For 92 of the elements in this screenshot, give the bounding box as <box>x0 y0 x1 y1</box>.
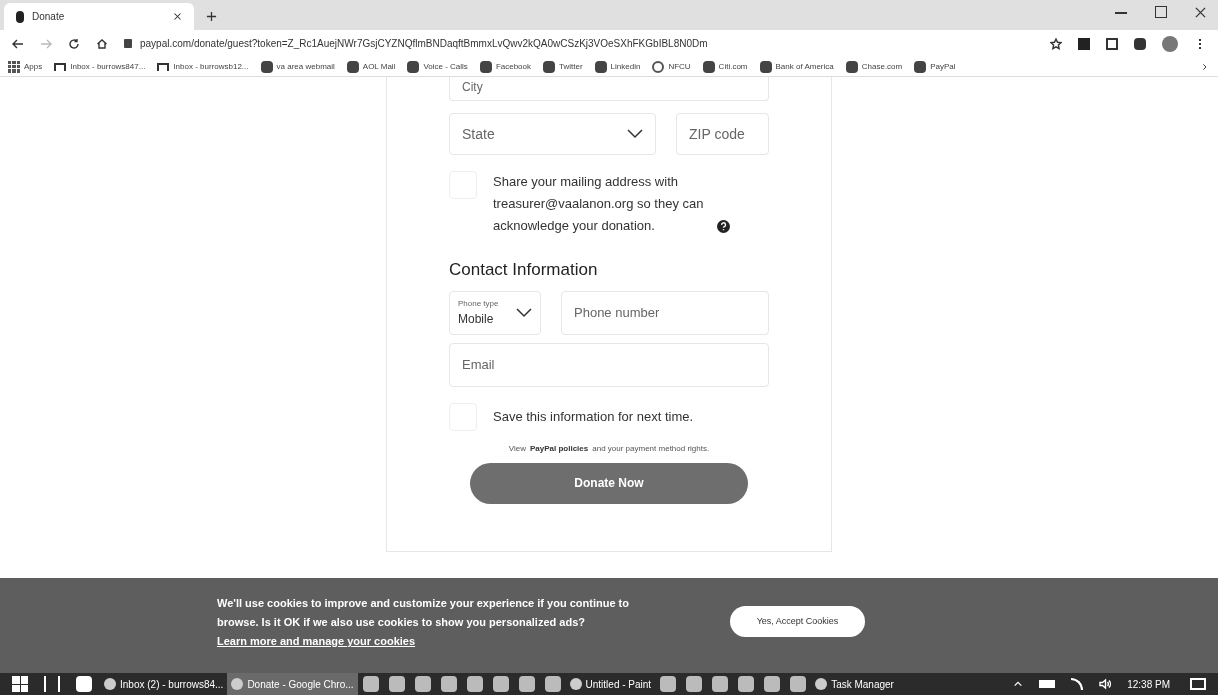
home-icon[interactable] <box>96 37 108 50</box>
star-icon[interactable] <box>1050 37 1062 50</box>
app-icon[interactable] <box>466 676 483 692</box>
address-bar[interactable]: paypal.com/donate/guest?token=Z_Rc1AuejNWr7GsjCYZNQflmBNDaqftBmmxLvQwv2kQA0wCSzKj3VOeSXhFKGbIBL8N0Dm <box>140 36 708 51</box>
app-icon[interactable] <box>544 676 561 692</box>
mail-icon <box>157 62 170 71</box>
grid-icon <box>8 60 20 73</box>
bookmark[interactable]: Bank of America <box>759 60 834 73</box>
bookmark[interactable]: Voice - Calls <box>407 60 468 73</box>
share-address-label: Share your mailing address with treasurer@vaalanon.org so they can acknowledge your donation. <box>493 173 705 235</box>
tab-title: Donate <box>32 10 66 24</box>
app-icon[interactable] <box>414 676 431 692</box>
site-icon <box>702 60 715 73</box>
bookmark[interactable]: Chase.com <box>845 60 903 73</box>
site-icon <box>543 60 555 73</box>
zip-field[interactable]: ZIP code <box>676 113 769 155</box>
battery-icon[interactable] <box>1039 680 1056 688</box>
bookmark[interactable]: Facebook <box>479 60 531 73</box>
contact-heading: Contact Information <box>449 259 599 281</box>
state-select[interactable]: State <box>449 113 656 155</box>
app-icon[interactable] <box>738 676 755 692</box>
reload-icon[interactable] <box>68 37 80 50</box>
site-icon <box>759 60 772 73</box>
site-icon <box>260 60 273 73</box>
chevron-down-icon <box>516 307 532 318</box>
lock-icon <box>124 39 132 48</box>
bookmark[interactable]: AOL Mail <box>346 60 396 73</box>
manage-cookies-link[interactable]: Learn more and manage your cookies <box>217 632 662 651</box>
maximize-icon[interactable] <box>1155 6 1167 18</box>
app-icon <box>569 678 582 690</box>
app-icon[interactable] <box>492 676 509 692</box>
bookmark[interactable]: Twitter <box>543 60 583 73</box>
site-icon <box>914 60 927 73</box>
taskbar-app[interactable]: Inbox (2) - burrows84... <box>100 673 228 695</box>
avatar-icon[interactable] <box>1162 35 1178 52</box>
windows-icon[interactable] <box>12 676 28 692</box>
bookmark[interactable]: Inbox - burrowsb12... <box>157 60 249 73</box>
app-icon[interactable] <box>686 676 703 692</box>
app-icon[interactable] <box>518 676 535 692</box>
site-icon <box>845 60 858 73</box>
taskbar-app[interactable]: Donate - Google Chro... <box>227 673 358 695</box>
phone-number-field[interactable]: Phone number <box>561 290 769 335</box>
app-icon[interactable] <box>440 676 457 692</box>
policy-text: and your payment method rights. <box>592 442 710 455</box>
app-icon[interactable] <box>712 676 729 692</box>
plus-icon[interactable] <box>206 11 217 22</box>
speaker-icon[interactable] <box>1099 678 1112 690</box>
email-field[interactable]: Email <box>449 342 769 387</box>
bookmark[interactable]: PayPal <box>914 60 956 73</box>
site-icon <box>407 60 420 73</box>
globe-icon <box>652 60 665 73</box>
app-icon <box>815 678 828 690</box>
chevron-down-icon <box>627 129 643 139</box>
bookmark[interactable]: Apps <box>8 60 43 73</box>
site-icon <box>346 60 359 73</box>
notification-icon[interactable] <box>1190 678 1206 690</box>
close-icon[interactable] <box>1195 7 1206 18</box>
cookie-message: We'll use cookies to improve and customize your experience if you continue to browse. Is it OK if we also use cookies to show you personalized ads? <box>217 596 630 630</box>
donate-now-button[interactable]: Donate Now <box>470 462 748 504</box>
app-icon <box>231 678 244 690</box>
task-view-icon[interactable] <box>44 676 60 692</box>
chevron-up-icon[interactable] <box>1013 679 1024 689</box>
app-icon[interactable] <box>388 676 405 692</box>
app-icon[interactable] <box>660 676 677 692</box>
taskbar-app[interactable]: Task Manager <box>811 673 898 695</box>
help-icon[interactable] <box>717 220 730 233</box>
phone-type-value: Mobile <box>458 310 495 328</box>
back-icon[interactable] <box>12 37 24 50</box>
taskbar-app[interactable]: Untitled - Paint <box>565 673 656 695</box>
bookmark[interactable]: NFCU <box>652 60 691 73</box>
policy-text: View <box>508 442 526 455</box>
mail-icon <box>54 62 67 71</box>
bookmark[interactable]: va area webmail <box>260 60 335 73</box>
app-icon[interactable] <box>764 676 781 692</box>
phone-type-select[interactable]: Phone type Mobile <box>449 290 541 335</box>
clock[interactable]: 12:38 PM <box>1127 676 1170 692</box>
app-icon[interactable] <box>790 676 807 692</box>
state-placeholder: State <box>462 124 495 144</box>
bookmark[interactable]: Inbox - burrows847... <box>54 60 146 73</box>
site-icon <box>479 60 492 73</box>
app-icon <box>104 678 116 690</box>
city-field[interactable]: City <box>449 77 769 101</box>
close-icon[interactable] <box>173 12 182 21</box>
save-info-label: Save this information for next time. <box>493 407 694 426</box>
phone-type-label: Phone type <box>458 297 499 310</box>
app-icon[interactable] <box>362 676 379 692</box>
policy-link[interactable]: PayPal policies <box>530 442 589 455</box>
browser-tab[interactable]: Donate <box>4 3 194 30</box>
bookmark[interactable]: Citi.com <box>702 60 748 73</box>
site-icon <box>594 60 607 73</box>
accept-cookies-button[interactable]: Yes, Accept Cookies <box>730 606 865 637</box>
bookmark[interactable]: Linkedin <box>594 60 641 73</box>
